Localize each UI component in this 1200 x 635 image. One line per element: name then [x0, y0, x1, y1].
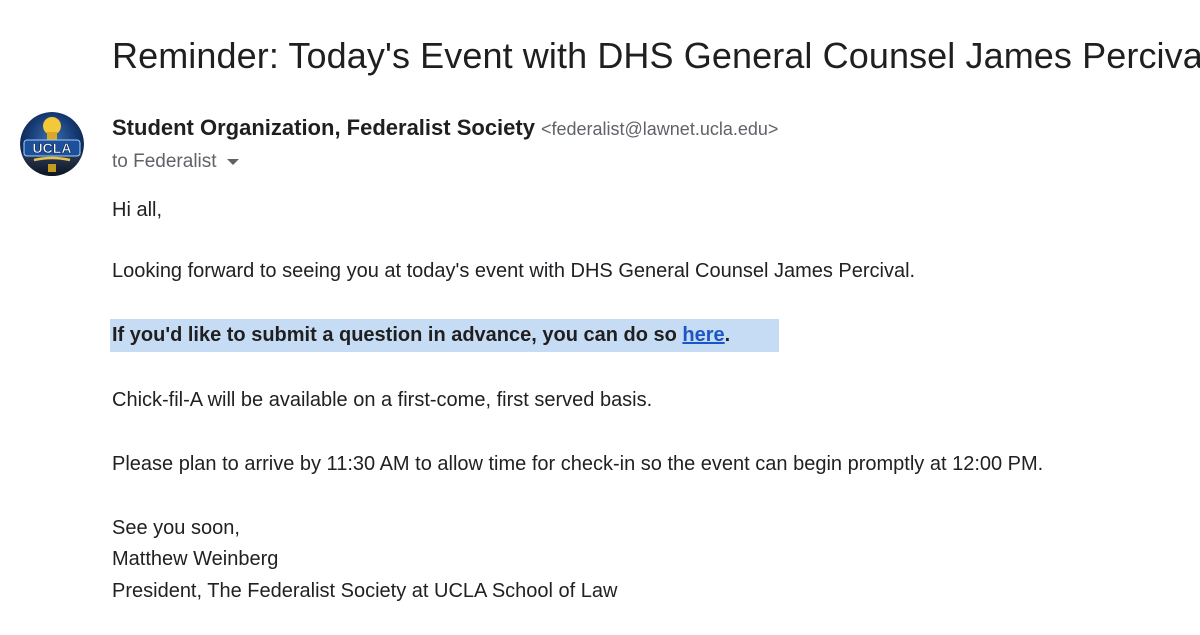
question-link[interactable]: here — [682, 324, 724, 346]
ucla-logo-image: UCLA — [20, 112, 84, 176]
signer-title: President, The Federalist Society at UCL… — [112, 580, 618, 602]
greeting-text: Hi all, — [112, 199, 163, 221]
email-view: Reminder: Today's Event with DHS General… — [0, 0, 1200, 635]
paragraph-intro: Looking forward to seeing you at today's… — [112, 260, 916, 282]
avatar-text: UCLA — [33, 140, 72, 156]
recipient-line: to Federalist — [112, 148, 239, 176]
sender-name[interactable]: Student Organization, Federalist Society — [112, 115, 535, 140]
recipient-details-dropdown-icon[interactable] — [226, 159, 239, 165]
sender-line: Student Organization, Federalist Society… — [112, 114, 778, 145]
question-paragraph: If you'd like to submit a question in ad… — [112, 322, 730, 348]
sender-email: <federalist@lawnet.ucla.edu> — [540, 119, 779, 139]
sender-avatar[interactable]: UCLA — [20, 112, 84, 176]
closing-text: See you soon, — [112, 517, 240, 539]
question-suffix: . — [724, 324, 731, 346]
recipient-label: to Federalist — [112, 151, 217, 172]
signer-name: Matthew Weinberg — [112, 548, 279, 570]
paragraph-arrival: Please plan to arrive by 11:30 AM to all… — [112, 453, 1044, 475]
question-prefix: If you'd like to submit a question in ad… — [112, 324, 683, 346]
paragraph-food: Chick-fil-A will be available on a first… — [112, 389, 653, 411]
email-subject: Reminder: Today's Event with DHS General… — [112, 35, 1200, 76]
